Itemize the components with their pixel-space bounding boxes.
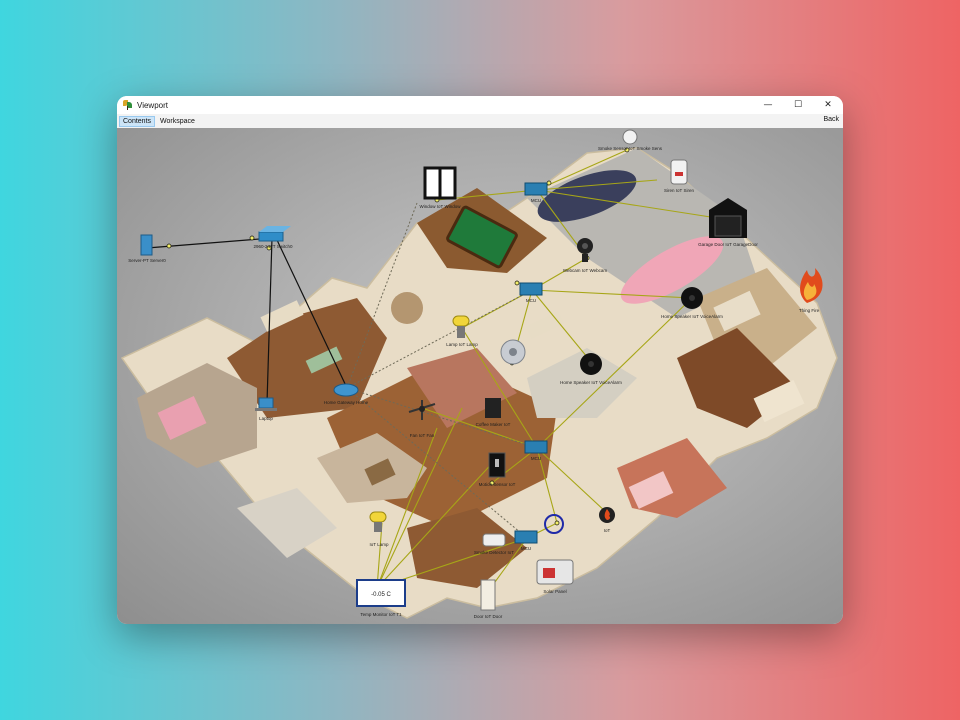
maximize-button[interactable]: ☐ <box>783 96 813 114</box>
svg-text:Motion Sensor IoT: Motion Sensor IoT <box>479 482 516 487</box>
menu-bar: Contents Workspace Back <box>117 114 843 128</box>
tab-contents[interactable]: Contents <box>119 115 156 127</box>
svg-text:Home Speaker IoT VoiceAlarm: Home Speaker IoT VoiceAlarm <box>661 314 723 319</box>
svg-text:MCU: MCU <box>531 198 541 203</box>
svg-text:Webcam IoT Webcam: Webcam IoT Webcam <box>563 268 608 273</box>
svg-text:Temp Monitor IoT T1: Temp Monitor IoT T1 <box>360 612 402 617</box>
window-title: Viewport <box>137 100 168 110</box>
svg-text:Server-PT Server0: Server-PT Server0 <box>128 258 166 263</box>
close-button[interactable]: ✕ <box>813 96 843 114</box>
svg-text:Window IoT Window: Window IoT Window <box>420 204 462 209</box>
svg-text:Laptop: Laptop <box>259 416 273 421</box>
svg-text:MCU: MCU <box>531 456 541 461</box>
minimize-button[interactable]: — <box>753 96 783 114</box>
svg-text:Siren IoT Siren: Siren IoT Siren <box>664 188 694 193</box>
svg-text:IoT: IoT <box>604 528 611 533</box>
svg-text:Fan IoT Fan: Fan IoT Fan <box>410 433 435 438</box>
svg-text:Door IoT Door: Door IoT Door <box>474 614 503 619</box>
dining-table <box>391 292 423 324</box>
app-logo-icon <box>123 100 133 110</box>
floorplan-viewport[interactable]: Server-PT Server0 2960-24TT Switch0 Wind… <box>117 128 843 624</box>
title-bar: Viewport — ☐ ✕ <box>117 96 843 114</box>
svg-text:MCU: MCU <box>526 298 536 303</box>
svg-text:Garage Door IoT GarageDoor: Garage Door IoT GarageDoor <box>698 242 758 247</box>
svg-text:Solar Panel: Solar Panel <box>543 589 566 594</box>
svg-text:-0.05 C: -0.05 C <box>371 592 391 598</box>
svg-text:IoT Lamp: IoT Lamp <box>370 542 389 547</box>
svg-text:Smoke Sensor IoT Smoke Sens: Smoke Sensor IoT Smoke Sens <box>598 146 663 151</box>
back-button[interactable]: Back <box>823 116 839 123</box>
solar-panel-icon[interactable]: Solar Panel <box>536 559 574 594</box>
server-icon[interactable]: Server-PT Server0 <box>128 234 166 263</box>
tab-workspace[interactable]: Workspace <box>157 117 198 126</box>
svg-text:Smoke Detector IoT: Smoke Detector IoT <box>474 550 514 555</box>
ceiling-fan-icon[interactable] <box>500 339 526 365</box>
svg-text:Thing Fire: Thing Fire <box>799 308 820 313</box>
svg-text:2960-24TT Switch0: 2960-24TT Switch0 <box>254 244 293 249</box>
viewport-window: Viewport — ☐ ✕ Contents Workspace Back S… <box>117 96 843 624</box>
svg-text:Coffee Maker IoT: Coffee Maker IoT <box>476 422 511 427</box>
svg-text:Home Gateway Home: Home Gateway Home <box>324 400 369 405</box>
smoke-sensor-icon[interactable]: Smoke Sensor IoT Smoke Sens <box>598 129 663 151</box>
temperature-monitor-icon[interactable]: -0.05 C Temp Monitor IoT T1 <box>356 579 406 617</box>
floorplan-canvas[interactable]: Server-PT Server0 2960-24TT Switch0 Wind… <box>117 128 843 624</box>
svg-text:Lamp IoT Lamp: Lamp IoT Lamp <box>446 342 478 347</box>
svg-text:Home Speaker IoT VoiceAlarm: Home Speaker IoT VoiceAlarm <box>560 380 622 385</box>
switch-icon[interactable]: 2960-24TT Switch0 <box>254 226 293 249</box>
svg-text:MCU: MCU <box>521 546 531 551</box>
